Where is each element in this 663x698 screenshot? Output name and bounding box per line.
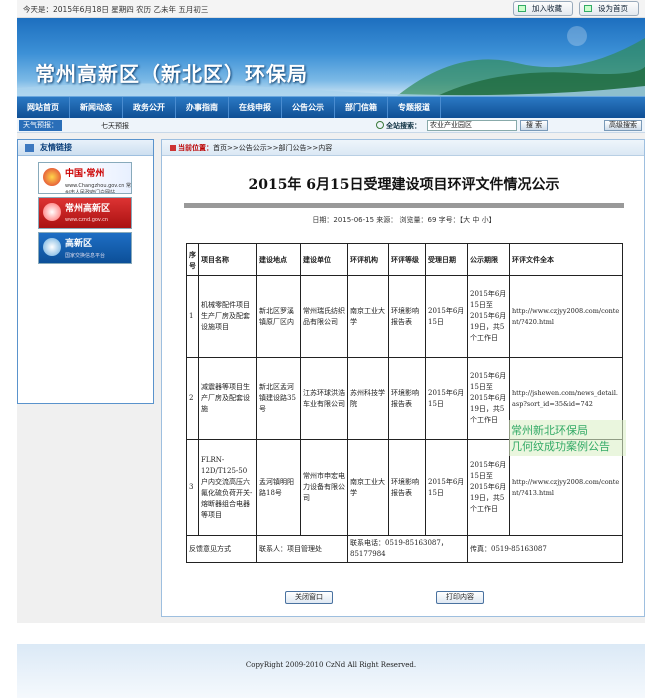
nav-item-notice[interactable]: 公告公示 bbox=[282, 97, 335, 118]
copyright-text: CopyRight 2009-2010 CzNd All Right Reser… bbox=[245, 661, 417, 669]
col-unit: 建设单位 bbox=[300, 243, 348, 276]
nav-item-guide[interactable]: 办事指南 bbox=[176, 97, 229, 118]
site-banner: 常州高新区（新北区）环保局 bbox=[17, 18, 645, 96]
col-date: 受理日期 bbox=[425, 243, 468, 276]
main-nav: 网站首页 新闻动态 政务公开 办事指南 在线申报 公告公示 部门信箱 专题报道 bbox=[17, 96, 645, 118]
watermark-overlay: 常州新北环保局 几何纹成功案例公告 bbox=[509, 420, 626, 456]
emblem-icon bbox=[43, 168, 61, 186]
col-level: 环评等级 bbox=[388, 243, 426, 276]
col-file: 环评文件全本 bbox=[509, 243, 623, 276]
col-no: 序号 bbox=[186, 243, 199, 276]
add-favorite-button[interactable]: 加入收藏 bbox=[513, 1, 573, 16]
top-bar: 今天是：2015年6月18日 星期四 农历 乙未年 五月初三 加入收藏 设为首页 bbox=[17, 0, 645, 18]
content-panel: 当前位置：首页>>公告公示>>部门公告>>内容 2015年 6月15日受理建设项… bbox=[161, 139, 645, 617]
footer: CopyRight 2009-2010 CzNd All Right Reser… bbox=[17, 644, 645, 698]
logo-icon bbox=[43, 203, 61, 221]
date-text: 今天是：2015年6月18日 星期四 农历 乙未年 五月初三 bbox=[23, 5, 209, 14]
close-window-button[interactable]: 关闭窗口 bbox=[285, 591, 333, 604]
info-bar: 天气预报： 七天预报 全站搜索： 农业产业园区 搜 索 高级搜索 bbox=[17, 118, 645, 133]
nav-item-special[interactable]: 专题报道 bbox=[388, 97, 441, 118]
print-button[interactable]: 打印内容 bbox=[436, 591, 484, 604]
nav-item-home[interactable]: 网站首页 bbox=[17, 97, 70, 118]
link-cznd[interactable]: 常州高新区 www.cznd.gov.cn bbox=[38, 197, 132, 229]
nav-item-apply[interactable]: 在线申报 bbox=[229, 97, 282, 118]
article-meta: 日期：2015-06-15 来源： 浏览量：69 字号：【大 中 小】 bbox=[312, 216, 496, 224]
col-project: 项目名称 bbox=[198, 243, 257, 276]
col-agency: 环评机构 bbox=[347, 243, 389, 276]
nav-item-news[interactable]: 新闻动态 bbox=[70, 97, 123, 118]
search-icon bbox=[376, 121, 384, 129]
top-actions: 加入收藏 设为首页 bbox=[513, 1, 639, 16]
table-row: 1 机械零配件项目生产厂房及配套设施项目 新北区罗溪镇原厂区内 常州瑞氏纺织品有… bbox=[186, 275, 623, 358]
search-label: 全站搜索： bbox=[386, 122, 421, 130]
table-header-row: 序号 项目名称 建设地点 建设单位 环评机构 环评等级 受理日期 公示期限 环评… bbox=[186, 243, 623, 276]
link-list: 中国·常州 www.Changzhou.gov.cn 常州市人民政府门户网站 常… bbox=[18, 156, 153, 264]
weather-label: 天气预报： bbox=[19, 120, 62, 131]
search-input[interactable]: 农业产业园区 bbox=[427, 120, 517, 131]
site-title: 常州高新区（新北区）环保局 bbox=[35, 62, 308, 86]
home-icon bbox=[584, 5, 592, 12]
project-table: 序号 项目名称 建设地点 建设单位 环评机构 环评等级 受理日期 公示期限 环评… bbox=[186, 243, 623, 563]
search-button[interactable]: 搜 索 bbox=[520, 120, 548, 131]
advanced-search-button[interactable]: 高级搜索 bbox=[604, 120, 642, 131]
file-link[interactable]: http://www.czjyy2008.com/content/?420.ht… bbox=[509, 275, 623, 358]
sidebar-header: 友情链接 bbox=[18, 140, 153, 156]
set-homepage-button[interactable]: 设为首页 bbox=[579, 1, 639, 16]
col-period: 公示期限 bbox=[467, 243, 510, 276]
article-title: 2015年 6月15日受理建设项目环评文件情况公示 bbox=[248, 177, 560, 193]
globe-icon bbox=[43, 238, 61, 256]
feedback-row: 反馈意见方式 联系人：项目管理处 联系电话：0519-85163087，8517… bbox=[186, 535, 623, 563]
page-wrapper: 今天是：2015年6月18日 星期四 农历 乙未年 五月初三 加入收藏 设为首页… bbox=[17, 0, 645, 623]
breadcrumb: 当前位置：首页>>公告公示>>部门公告>>内容 bbox=[162, 140, 644, 156]
sidebar: 友情链接 中国·常州 www.Changzhou.gov.cn 常州市人民政府门… bbox=[17, 139, 154, 404]
bookmark-icon bbox=[518, 5, 526, 12]
nav-item-mailbox[interactable]: 部门信箱 bbox=[335, 97, 388, 118]
main-area: 友情链接 中国·常州 www.Changzhou.gov.cn 常州市人民政府门… bbox=[17, 133, 645, 623]
location-icon bbox=[170, 145, 176, 151]
title-divider bbox=[184, 203, 624, 208]
col-location: 建设地点 bbox=[256, 243, 301, 276]
link-info-platform[interactable]: 高新区 国家交换信息平台 bbox=[38, 232, 132, 264]
nav-item-gov[interactable]: 政务公开 bbox=[123, 97, 176, 118]
links-icon bbox=[25, 144, 34, 152]
forecast-link[interactable]: 七天预报 bbox=[101, 121, 129, 131]
link-changzhou-gov[interactable]: 中国·常州 www.Changzhou.gov.cn 常州市人民政府门户网站 bbox=[38, 162, 132, 194]
